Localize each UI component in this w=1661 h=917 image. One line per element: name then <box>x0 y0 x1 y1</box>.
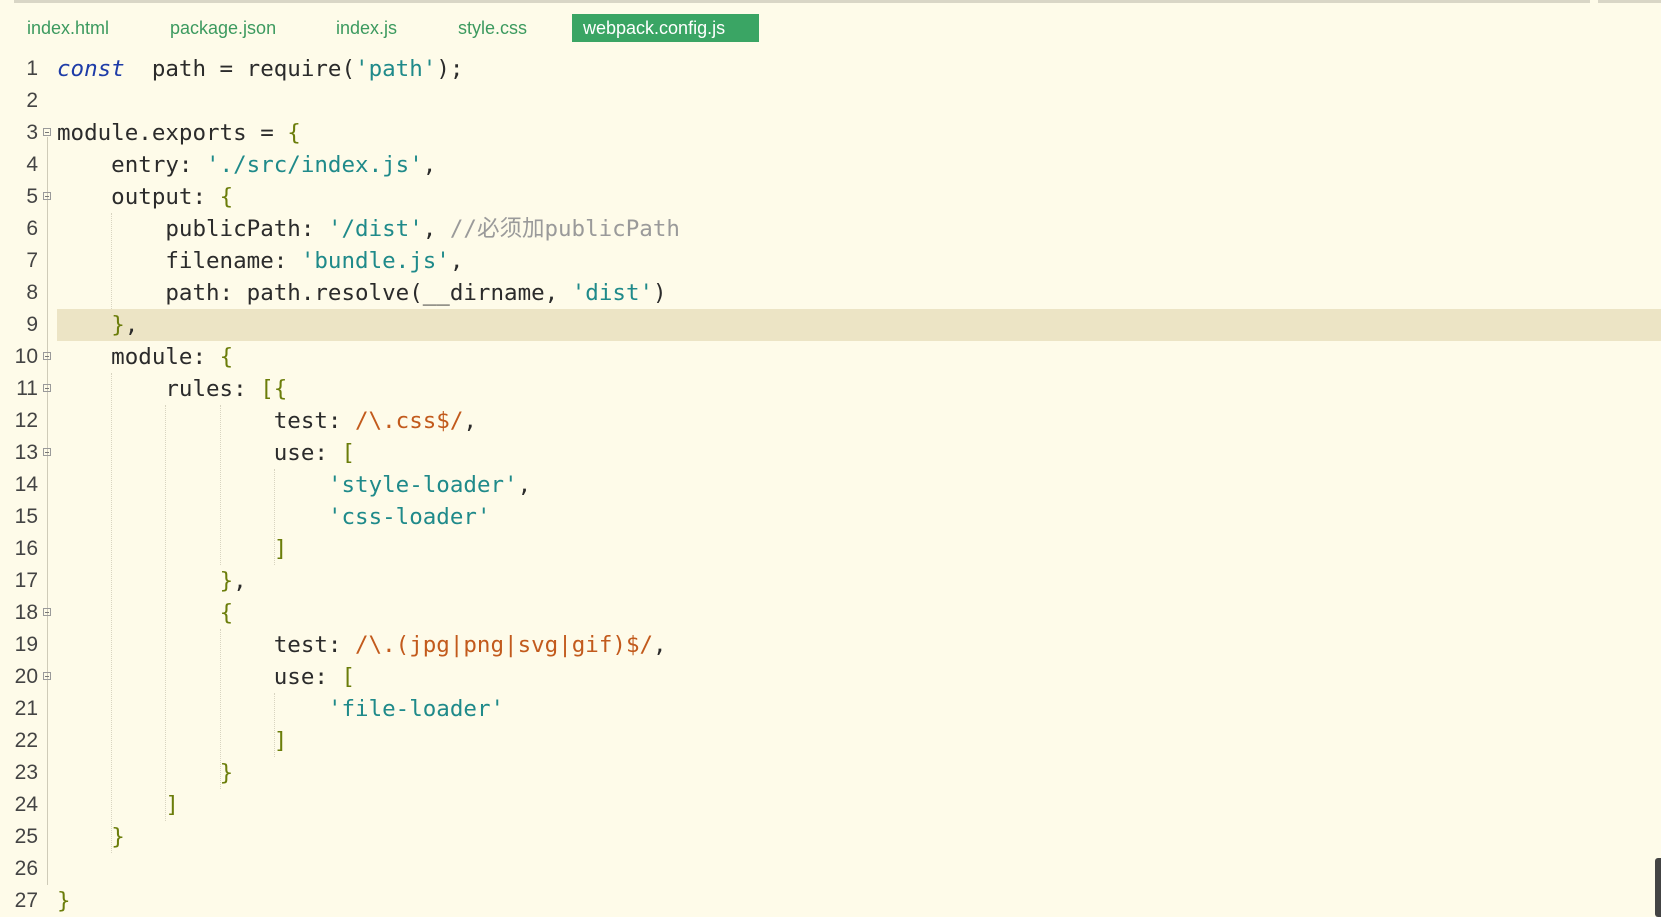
code-line: 24 ] <box>0 789 1661 821</box>
line-number: 17 <box>14 569 38 592</box>
code-text: ] <box>165 792 179 818</box>
tab-style-css[interactable]: style.css <box>458 14 527 42</box>
code-line: 12 test: /\.css$/, <box>0 405 1661 437</box>
line-number: 3 <box>26 121 38 144</box>
code-line: 11 rules: [{ <box>0 373 1661 405</box>
fold-toggle-icon[interactable] <box>43 352 51 360</box>
code-line: 17 }, <box>0 565 1661 597</box>
code-text: const path = require('path'); <box>57 56 464 82</box>
fold-toggle-icon[interactable] <box>43 448 51 456</box>
code-line: 22 ] <box>0 725 1661 757</box>
line-number: 19 <box>14 633 38 656</box>
code-text: } <box>111 824 125 850</box>
code-line: 4 entry: './src/index.js', <box>0 149 1661 181</box>
line-number: 14 <box>14 473 38 496</box>
tab-index-html[interactable]: index.html <box>27 14 109 42</box>
code-text: { <box>219 600 234 626</box>
line-number: 22 <box>14 729 38 752</box>
code-text: entry: './src/index.js', <box>57 152 437 178</box>
code-line: 27} <box>0 885 1661 917</box>
current-line-highlight <box>57 309 1661 341</box>
line-number: 20 <box>14 665 38 688</box>
code-text: } <box>219 760 234 786</box>
code-text: rules: [{ <box>57 376 288 402</box>
code-line: 23 } <box>0 757 1661 789</box>
code-text: output: { <box>57 184 234 210</box>
code-line: 13 use: [ <box>0 437 1661 469</box>
line-number: 12 <box>14 409 38 432</box>
code-line: 16 ] <box>0 533 1661 565</box>
line-number: 23 <box>14 761 38 784</box>
line-number: 26 <box>14 857 38 880</box>
tab-package-json[interactable]: package.json <box>170 14 276 42</box>
line-number: 15 <box>14 505 38 528</box>
code-text: module: { <box>57 344 234 370</box>
line-number: 1 <box>26 57 38 80</box>
code-line: 8 path: path.resolve(__dirname, 'dist') <box>0 277 1661 309</box>
code-text: } <box>57 888 71 914</box>
code-text: use: [ <box>57 664 356 690</box>
vertical-scrollbar-thumb[interactable] <box>1655 858 1661 917</box>
code-text: use: [ <box>57 440 356 466</box>
top-border-line <box>14 0 1590 3</box>
code-text: test: /\.(jpg|png|svg|gif)$/, <box>57 632 667 658</box>
code-line: 14 'style-loader', <box>0 469 1661 501</box>
code-text: path: path.resolve(__dirname, 'dist') <box>57 280 667 306</box>
line-number: 27 <box>14 889 38 912</box>
code-text: module.exports = { <box>57 120 301 146</box>
code-line: 7 filename: 'bundle.js', <box>0 245 1661 277</box>
line-number: 16 <box>14 537 38 560</box>
line-number: 10 <box>14 345 38 368</box>
top-border-line-right <box>1598 0 1661 3</box>
line-number: 4 <box>26 153 38 176</box>
code-line: 15 'css-loader' <box>0 501 1661 533</box>
code-line: 9 }, <box>0 309 1661 341</box>
code-text: }, <box>219 568 247 594</box>
code-line: 18 { <box>0 597 1661 629</box>
line-number: 5 <box>26 185 38 208</box>
line-number: 18 <box>14 601 38 624</box>
code-line: 26 <box>0 853 1661 885</box>
fold-toggle-icon[interactable] <box>43 384 51 392</box>
code-line: 25 } <box>0 821 1661 853</box>
fold-toggle-icon[interactable] <box>43 192 51 200</box>
fold-toggle-icon[interactable] <box>43 608 51 616</box>
line-number: 21 <box>14 697 38 720</box>
code-line: 5 output: { <box>0 181 1661 213</box>
line-number: 9 <box>26 313 38 336</box>
line-number: 8 <box>26 281 38 304</box>
code-line: 6 publicPath: '/dist', //必须加publicPath <box>0 213 1661 245</box>
fold-toggle-icon[interactable] <box>43 672 51 680</box>
code-line: 21 'file-loader' <box>0 693 1661 725</box>
window-top-border <box>0 0 1661 6</box>
code-text: ] <box>273 728 288 754</box>
line-number: 25 <box>14 825 38 848</box>
tab-index-js[interactable]: index.js <box>336 14 397 42</box>
tab-webpack-config-js[interactable]: webpack.config.js <box>572 14 759 42</box>
code-text: 'style-loader', <box>327 472 532 498</box>
code-text: 'css-loader' <box>327 504 491 530</box>
line-number: 2 <box>26 89 38 112</box>
editor-tab-bar: index.html package.json index.js style.c… <box>0 14 1661 42</box>
code-text: test: /\.css$/, <box>57 408 477 434</box>
fold-toggle-icon[interactable] <box>43 128 51 136</box>
code-editor[interactable]: 1 const path = require('path'); 2 3 module.e… <box>0 53 1661 917</box>
line-number: 11 <box>16 377 38 400</box>
code-text: ] <box>273 536 288 562</box>
code-line: 19 test: /\.(jpg|png|svg|gif)$/, <box>0 629 1661 661</box>
line-number: 24 <box>14 793 38 816</box>
code-text: publicPath: '/dist', //必须加publicPath <box>57 216 680 242</box>
line-number: 7 <box>26 249 38 272</box>
code-text: 'file-loader' <box>327 696 505 722</box>
code-line: 3 module.exports = { <box>0 117 1661 149</box>
code-line: 10 module: { <box>0 341 1661 373</box>
line-number: 6 <box>26 217 38 240</box>
code-line: 20 use: [ <box>0 661 1661 693</box>
code-text: filename: 'bundle.js', <box>57 248 464 274</box>
code-text: }, <box>111 312 139 338</box>
code-line: 1 const path = require('path'); <box>0 53 1661 85</box>
line-number: 13 <box>14 441 38 464</box>
code-line: 2 <box>0 85 1661 117</box>
